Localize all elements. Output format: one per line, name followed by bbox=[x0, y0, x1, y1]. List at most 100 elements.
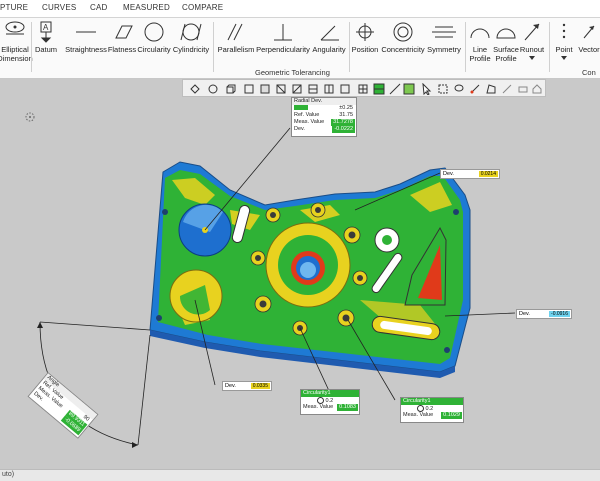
runout-icon bbox=[524, 23, 540, 41]
flatness-icon bbox=[115, 25, 133, 39]
pick-icon[interactable] bbox=[469, 82, 481, 94]
angularity-button[interactable]: Angularity bbox=[311, 18, 347, 66]
tab-cad[interactable]: CAD bbox=[90, 3, 108, 12]
line-profile-icon bbox=[470, 28, 490, 39]
row-value: -0.0222 bbox=[332, 126, 355, 133]
tab-capture[interactable]: PTURE bbox=[0, 3, 28, 12]
eraser-icon[interactable] bbox=[517, 82, 529, 94]
datum-button[interactable]: A Datum bbox=[35, 18, 57, 66]
straightness-button[interactable]: Straightness bbox=[65, 18, 107, 66]
view-iso-icon[interactable] bbox=[339, 82, 351, 94]
circularity-meas-row: Meas. Value 0.1029 bbox=[401, 412, 463, 419]
point-button[interactable]: Point bbox=[553, 18, 575, 66]
select-box-icon[interactable] bbox=[437, 82, 449, 94]
tab-measured[interactable]: MEASURED bbox=[123, 3, 170, 12]
parallelism-button[interactable]: Parallelism bbox=[218, 18, 254, 66]
vector-button[interactable]: Vector bbox=[578, 18, 600, 66]
flatness-button[interactable]: Flatness bbox=[108, 18, 136, 66]
symmetry-button[interactable]: Symmetry bbox=[427, 18, 461, 66]
symmetry-icon bbox=[432, 26, 456, 38]
dev-label-text: Dev. bbox=[443, 171, 454, 177]
tab-curves[interactable]: CURVES bbox=[42, 3, 76, 12]
circularity-callout-1[interactable]: Circularity1 0.2 Meas. Value 0.1083 bbox=[300, 389, 360, 415]
view-top-icon[interactable] bbox=[307, 82, 319, 94]
symmetry-label: Symmetry bbox=[427, 45, 461, 54]
view-sphere-icon[interactable] bbox=[207, 82, 219, 94]
position-button[interactable]: Position bbox=[352, 18, 378, 66]
group-label-construct: Con bbox=[582, 68, 596, 77]
elliptical-dimension-icon bbox=[5, 21, 25, 35]
concentricity-icon bbox=[393, 22, 413, 42]
straightness-icon bbox=[76, 31, 96, 33]
radial-dev-tol: ±0.25 bbox=[339, 105, 353, 111]
circularity-tol-row: 0.2 bbox=[301, 397, 359, 404]
paint-icon[interactable] bbox=[501, 82, 513, 94]
radial-dev-ref-row: Ref. Value 31.75 bbox=[292, 112, 356, 119]
cylindricity-label: Cylindricity bbox=[172, 45, 210, 54]
view-back-icon[interactable] bbox=[259, 82, 271, 94]
row-value: 31.75 bbox=[339, 112, 353, 118]
radial-dev-meas-row: Meas. Value 31.7278 bbox=[292, 119, 356, 126]
cylindricity-button[interactable]: Cylindricity bbox=[172, 18, 210, 66]
circularity-icon bbox=[417, 405, 424, 412]
lasso-icon[interactable] bbox=[453, 82, 465, 94]
tab-compare[interactable]: COMPARE bbox=[182, 3, 223, 12]
row-label: Meas. Value bbox=[403, 412, 434, 418]
polygon-select-icon[interactable] bbox=[485, 82, 497, 94]
chevron-down-icon[interactable] bbox=[529, 56, 535, 60]
dev-label-text: Dev. bbox=[519, 311, 530, 317]
row-value: 0.1083 bbox=[337, 404, 358, 411]
runout-button[interactable]: Runout bbox=[520, 18, 544, 66]
point-icon bbox=[562, 23, 566, 39]
svg-text:A: A bbox=[43, 23, 49, 32]
menu-bar: PTURE CURVES CAD MEASURED COMPARE bbox=[0, 0, 600, 18]
cylindricity-icon bbox=[180, 23, 202, 41]
circularity-callout-2[interactable]: Circularity1 0.2 Meas. Value 0.1029 bbox=[400, 397, 464, 423]
dev-value: 0.0335 bbox=[250, 383, 270, 389]
surface-profile-button[interactable]: Surface Profile bbox=[493, 18, 519, 66]
view-cube-icon[interactable] bbox=[225, 82, 237, 94]
circularity-title: Circularity1 bbox=[301, 390, 359, 397]
line-tool-icon[interactable] bbox=[389, 82, 401, 95]
runout-label: Runout bbox=[519, 45, 545, 54]
view-shape-icon[interactable] bbox=[189, 82, 201, 94]
row-label: Meas. Value bbox=[294, 119, 325, 125]
datum-label: Datum bbox=[34, 45, 58, 54]
dev-label-top[interactable]: Dev. 0.0214 bbox=[440, 169, 500, 179]
view-bottom-icon[interactable] bbox=[323, 82, 335, 94]
circularity-meas-row: Meas. Value 0.1083 bbox=[301, 404, 359, 411]
cursor-icon[interactable] bbox=[421, 82, 433, 96]
vector-icon bbox=[583, 25, 595, 39]
dev-value: -0.0916 bbox=[549, 311, 570, 317]
elliptical-dimension-button[interactable]: Elliptical Dimension bbox=[0, 18, 33, 66]
perpendicularity-icon bbox=[274, 24, 292, 41]
home-icon[interactable] bbox=[531, 82, 543, 94]
layers-icon[interactable] bbox=[373, 82, 385, 95]
perpendicularity-button[interactable]: Perpendicularity bbox=[256, 18, 310, 66]
row-value: 31.7278 bbox=[331, 119, 355, 126]
dev-label-text: Dev. bbox=[225, 383, 236, 389]
view-right-icon[interactable] bbox=[291, 82, 303, 94]
radial-dev-callout[interactable]: Radial Dev. ±0.25 Ref. Value 31.75 Meas. … bbox=[291, 97, 357, 137]
view-toolbar bbox=[182, 79, 546, 97]
angularity-icon bbox=[320, 25, 339, 41]
circularity-icon bbox=[317, 397, 324, 404]
scanned-part[interactable] bbox=[149, 161, 471, 378]
chevron-down-icon[interactable] bbox=[561, 56, 567, 60]
position-icon bbox=[356, 23, 374, 41]
radial-dev-title: Radial Dev. bbox=[292, 98, 356, 105]
fit-icon[interactable] bbox=[403, 82, 415, 95]
concentricity-button[interactable]: Concentricity bbox=[381, 18, 425, 66]
row-value: 0.1029 bbox=[441, 412, 462, 419]
radial-dev-tol-row: ±0.25 bbox=[292, 105, 356, 112]
dev-label-right[interactable]: Dev. -0.0916 bbox=[516, 309, 572, 319]
row-label: Meas. Value bbox=[303, 404, 334, 410]
view-left-icon[interactable] bbox=[275, 82, 287, 94]
dev-label-left[interactable]: Dev. 0.0335 bbox=[222, 381, 272, 391]
grid-icon[interactable] bbox=[357, 82, 369, 94]
parallelism-icon bbox=[227, 23, 243, 41]
circularity-button[interactable]: Circularity bbox=[137, 18, 171, 66]
view-front-icon[interactable] bbox=[243, 82, 255, 94]
status-bar: uto) bbox=[0, 469, 600, 481]
row-label: Ref. Value bbox=[294, 112, 320, 118]
